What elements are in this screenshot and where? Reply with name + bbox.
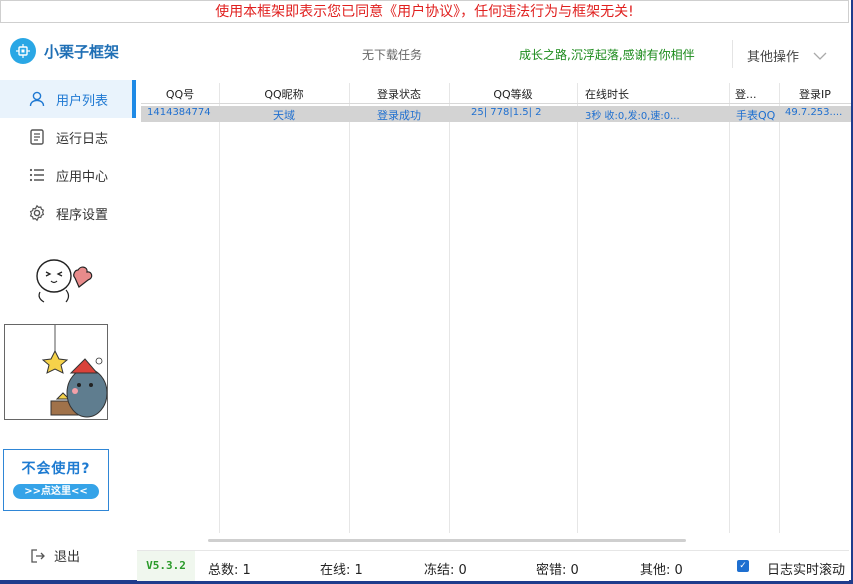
header-qq-number[interactable]: QQ号	[141, 86, 219, 102]
header-login-status[interactable]: 登录状态	[349, 86, 449, 102]
cell-qq-number: 1414384774	[147, 107, 211, 118]
version-badge: V5.3.2	[137, 551, 195, 581]
logout-icon	[30, 548, 46, 564]
header-online-time[interactable]: 在线时长	[585, 86, 629, 102]
sidebar-item-label: 应用中心	[56, 169, 109, 185]
cell-login-status: 登录成功	[377, 109, 421, 122]
header-qq-nickname[interactable]: QQ昵称	[219, 86, 349, 102]
other-actions-label: 其他操作	[747, 50, 800, 65]
user-table: QQ号 QQ昵称 登录状态 QQ等级 在线时长 登... 登录IP 141438…	[141, 83, 851, 533]
top-bar: 无下载任务 成长之路,沉浮起落,感谢有你相伴 其他操作	[137, 28, 849, 80]
sidebar-item-label: 运行日志	[56, 131, 109, 147]
log-scroll-label: 日志实时滚动	[767, 563, 846, 578]
logout-button[interactable]: 退出	[30, 546, 80, 565]
help-link-button[interactable]: >>点这里<<	[13, 484, 99, 499]
help-banner[interactable]: 不会使用? >>点这里<<	[3, 449, 109, 511]
log-icon	[28, 128, 46, 146]
sidebar-nav: 用户列表 运行日志 应用中心 程序设置	[0, 80, 136, 232]
chestnut-logo-icon	[10, 38, 36, 64]
motto-text: 成长之路,沉浮起落,感谢有你相伴	[519, 48, 695, 62]
column-divider	[729, 83, 730, 533]
gear-icon	[28, 204, 46, 222]
sidebar-item-label: 用户列表	[56, 93, 109, 109]
header-login-ip[interactable]: 登录IP	[779, 86, 851, 102]
cell-online-time: 3秒 收:0,发:0,速:0...	[585, 111, 680, 122]
user-icon	[28, 90, 46, 108]
column-divider	[349, 83, 350, 533]
frozen-count: 冻结: 0	[424, 563, 467, 578]
header-qq-level[interactable]: QQ等级	[449, 86, 577, 102]
divider	[732, 40, 733, 68]
column-divider	[219, 83, 220, 533]
cell-qq-nickname: 天域	[273, 109, 295, 122]
column-divider	[449, 83, 450, 533]
cat-star-sticker	[4, 324, 108, 420]
header-login-device[interactable]: 登...	[729, 86, 765, 102]
sidebar-item-user-list[interactable]: 用户列表	[0, 80, 136, 118]
status-bar: V5.3.2 总数: 1 在线: 1 冻结: 0 密错: 0 其他: 0 ✓ 日…	[137, 550, 849, 581]
app-name: 小栗子框架	[44, 42, 120, 61]
help-title: 不会使用?	[21, 461, 91, 477]
table-header: QQ号 QQ昵称 登录状态 QQ等级 在线时长 登... 登录IP	[141, 83, 851, 104]
chevron-down-icon	[813, 51, 827, 61]
sidebar-item-settings[interactable]: 程序设置	[0, 194, 136, 232]
app-logo: 小栗子框架	[10, 38, 119, 64]
download-task-status: 无下载任务	[362, 48, 423, 62]
other-count: 其他: 0	[640, 563, 683, 578]
sidebar: 小栗子框架 用户列表 运行日志 应用中心 程序设置 不会使用? >>点这里<< …	[0, 28, 136, 580]
sidebar-item-label: 程序设置	[56, 207, 109, 223]
cell-login-ip: 49.7.253....	[785, 107, 843, 118]
sidebar-item-run-log[interactable]: 运行日志	[0, 118, 136, 156]
horizontal-scrollbar[interactable]	[208, 539, 686, 542]
online-count: 在线: 1	[320, 563, 363, 578]
other-actions-menu[interactable]: 其他操作	[747, 46, 827, 65]
cell-qq-level: 25| 778|1.5| 2	[471, 107, 542, 118]
agreement-notice: 使用本框架即表示您已同意《用户协议》，任何违法行为与框架无关!	[0, 0, 849, 23]
heart-mascot-sticker	[30, 250, 96, 306]
list-icon	[28, 166, 46, 184]
column-divider	[577, 83, 578, 533]
log-scroll-checkbox[interactable]: ✓	[737, 560, 749, 572]
total-count: 总数: 1	[208, 563, 251, 578]
sidebar-item-app-center[interactable]: 应用中心	[0, 156, 136, 194]
cell-login-device: 手表QQ	[736, 109, 776, 122]
main-window: 使用本框架即表示您已同意《用户协议》，任何违法行为与框架无关! 小栗子框架 用户…	[0, 0, 853, 581]
password-error-count: 密错: 0	[536, 563, 579, 578]
column-divider	[779, 83, 780, 533]
table-row[interactable]: 1414384774 天域 登录成功 25| 778|1.5| 2 3秒 收:0…	[141, 106, 851, 122]
logout-label: 退出	[54, 550, 81, 565]
